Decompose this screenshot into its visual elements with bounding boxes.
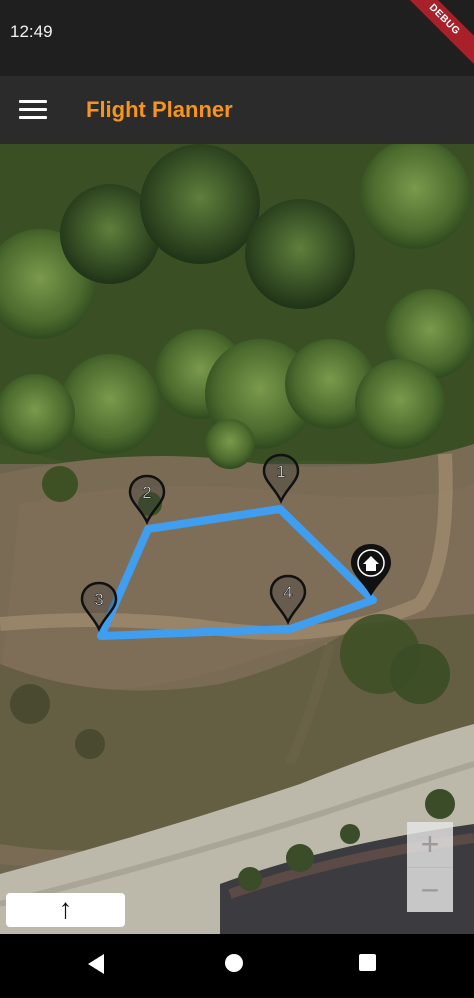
zoom-control: + − [407, 822, 453, 912]
arrow-up-icon: ↑ [58, 893, 73, 924]
map-canvas[interactable]: 1 2 3 4 [0, 144, 474, 934]
status-bar: 12:49 DEBUG [0, 0, 474, 76]
android-nav-bar [0, 934, 474, 998]
debug-banner: DEBUG [394, 0, 474, 70]
waypoint-label-1: 1 [276, 462, 285, 481]
menu-icon[interactable] [19, 98, 47, 120]
recent-apps-icon[interactable] [359, 954, 376, 971]
home-nav-icon[interactable] [225, 954, 243, 972]
waypoint-label-3: 3 [94, 590, 103, 609]
back-icon[interactable] [88, 954, 104, 974]
waypoint-label-4: 4 [283, 583, 292, 602]
page-title: Flight Planner [86, 97, 233, 122]
zoom-in-button[interactable]: + [407, 822, 453, 867]
status-time: 12:49 [10, 22, 53, 41]
zoom-out-button[interactable]: − [407, 868, 453, 913]
waypoint-label-2: 2 [142, 483, 151, 502]
compass-button[interactable]: ↑ [6, 893, 125, 927]
app-bar: Flight Planner [0, 76, 474, 144]
satellite-map[interactable]: 1 2 3 4 [0, 144, 474, 934]
